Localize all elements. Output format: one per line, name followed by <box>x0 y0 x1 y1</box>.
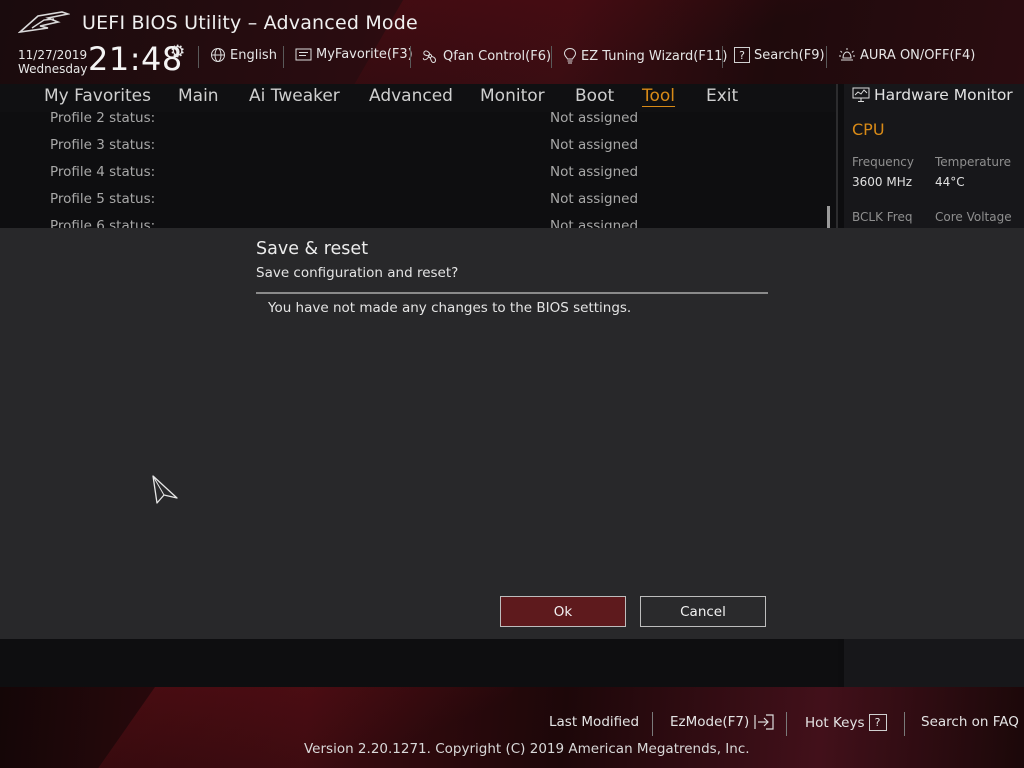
profile-status-label: Profile 4 status: <box>50 164 156 180</box>
ezmode-button[interactable]: EzMode(F7) <box>670 714 775 730</box>
myfavorite-button[interactable]: MyFavorite(F3) <box>295 47 413 62</box>
lightbulb-icon <box>563 47 577 64</box>
aura-icon <box>839 48 855 61</box>
toolbar-divider <box>283 46 284 68</box>
myfavorite-label: MyFavorite(F3) <box>316 47 413 62</box>
footer-divider <box>786 712 787 736</box>
profile-status-label: Profile 2 status: <box>50 110 156 126</box>
hardware-monitor-label: Hardware Monitor <box>874 86 1013 104</box>
tab-exit[interactable]: Exit <box>706 86 738 106</box>
app-title: UEFI BIOS Utility – Advanced Mode <box>82 12 418 34</box>
cpu-section-title: CPU <box>852 120 885 139</box>
search-faq-button[interactable]: Search on FAQ <box>921 714 1019 730</box>
hardware-monitor-title: Hardware Monitor <box>852 86 1013 104</box>
language-label: English <box>230 47 277 63</box>
search-label: Search(F9) <box>754 47 825 63</box>
profile-status-value: Not assigned <box>550 164 639 180</box>
search-faq-label: Search on FAQ <box>921 714 1019 730</box>
mouse-cursor-icon <box>152 475 178 504</box>
globe-icon <box>211 48 225 62</box>
ez-tuning-wizard-button[interactable]: EZ Tuning Wizard(F11) <box>563 47 727 65</box>
profile-status-label: Profile 5 status: <box>50 191 156 207</box>
temperature-label: Temperature <box>935 155 1012 169</box>
gear-icon[interactable]: ⚙ <box>170 42 185 62</box>
ez-tuning-label: EZ Tuning Wizard(F11) <box>581 48 728 64</box>
toolbar-divider <box>198 46 199 68</box>
language-button[interactable]: English <box>210 47 277 63</box>
tab-advanced[interactable]: Advanced <box>369 86 453 106</box>
tab-monitor[interactable]: Monitor <box>480 86 545 106</box>
profile-status-label: Profile 3 status: <box>50 137 156 153</box>
hot-keys-button[interactable]: Hot Keys ? <box>805 714 887 731</box>
ezmode-label: EzMode(F7) <box>670 714 750 730</box>
cancel-button[interactable]: Cancel <box>640 596 766 627</box>
aura-toggle-button[interactable]: AURA ON/OFF(F4) <box>838 47 975 64</box>
fan-icon <box>422 50 436 64</box>
dialog-title: Save & reset <box>256 239 369 259</box>
question-box-icon: ? <box>734 47 750 63</box>
monitor-icon <box>852 87 870 102</box>
save-reset-dialog <box>0 228 1024 639</box>
profile-status-value: Not assigned <box>550 110 639 126</box>
tab-ai-tweaker[interactable]: Ai Tweaker <box>249 86 340 106</box>
tab-boot[interactable]: Boot <box>575 86 614 106</box>
toolbar-divider <box>551 46 552 68</box>
ok-button[interactable]: Ok <box>500 596 626 627</box>
qfan-label: Qfan Control(F6) <box>443 48 552 64</box>
favorite-icon <box>295 48 312 60</box>
toolbar-divider <box>826 46 827 68</box>
core-voltage-label: Core Voltage <box>935 210 1012 224</box>
profile-status-value: Not assigned <box>550 191 639 207</box>
last-modified-button[interactable]: Last Modified <box>549 714 639 730</box>
rog-logo-icon <box>18 11 70 34</box>
profile-status-value: Not assigned <box>550 137 639 153</box>
tab-my-favorites[interactable]: My Favorites <box>44 86 151 106</box>
dialog-divider <box>256 292 768 294</box>
frequency-value: 3600 MHz <box>852 175 913 189</box>
toolbar-divider <box>722 46 723 68</box>
question-key-icon: ? <box>868 714 887 731</box>
copyright-text: Version 2.20.1271. Copyright (C) 2019 Am… <box>304 741 750 757</box>
clock: 21:48 <box>88 40 183 78</box>
scrollbar-thumb[interactable] <box>827 206 830 228</box>
dialog-message: You have not made any changes to the BIO… <box>268 300 632 316</box>
tab-tool[interactable]: Tool <box>642 86 675 106</box>
footer-divider <box>652 712 653 736</box>
last-modified-label: Last Modified <box>549 714 640 730</box>
hot-keys-label: Hot Keys <box>805 714 865 731</box>
toolbar-divider <box>410 46 411 68</box>
date-display: 11/27/2019 Wednesday <box>18 48 87 76</box>
search-button[interactable]: ? Search(F9) <box>734 47 825 63</box>
date-text: 11/27/2019 <box>18 48 88 62</box>
qfan-control-button[interactable]: Qfan Control(F6) <box>421 47 551 65</box>
temperature-value: 44°C <box>935 175 965 189</box>
bclk-label: BCLK Freq <box>852 210 913 224</box>
frequency-label: Frequency <box>852 155 914 169</box>
list-item[interactable]: Profile 4 status: Not assigned <box>50 164 810 180</box>
list-item[interactable]: Profile 2 status: Not assigned <box>50 110 810 126</box>
tab-main[interactable]: Main <box>178 86 219 106</box>
footer-divider <box>904 712 905 736</box>
list-item[interactable]: Profile 5 status: Not assigned <box>50 191 810 207</box>
main-content-lower <box>0 639 838 687</box>
list-item[interactable]: Profile 3 status: Not assigned <box>50 137 810 153</box>
aura-label: AURA ON/OFF(F4) <box>860 48 976 63</box>
dialog-subtitle: Save configuration and reset? <box>256 265 459 281</box>
exit-arrow-icon <box>754 714 774 730</box>
weekday-text: Wednesday <box>18 62 88 76</box>
